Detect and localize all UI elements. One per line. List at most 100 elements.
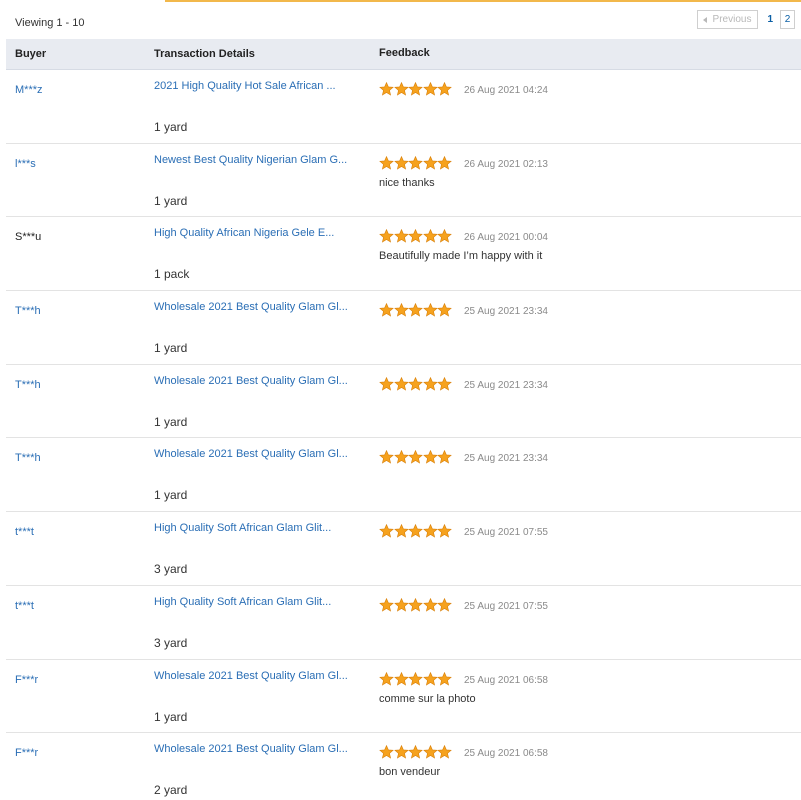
table-row: T***h Wholesale 2021 Best Quality Glam G… <box>6 291 801 365</box>
table-row: T***h Wholesale 2021 Best Quality Glam G… <box>6 365 801 439</box>
star-icon <box>393 376 409 391</box>
star-icon <box>437 671 452 686</box>
star-icon <box>379 671 394 686</box>
feedback-date: 25 Aug 2021 23:34 <box>464 379 548 391</box>
star-icon <box>437 597 452 612</box>
feedback-comment: comme sur la photo <box>379 692 476 705</box>
quantity: 3 yard <box>154 635 188 650</box>
star-icon <box>393 82 409 96</box>
buyer-name[interactable]: F***r <box>15 747 38 759</box>
star-icon <box>408 745 423 759</box>
feedback-comment: bon vendeur <box>379 766 441 779</box>
star-icon <box>393 745 409 759</box>
product-link[interactable]: 2021 High Quality Hot Sale African ... <box>154 80 336 92</box>
star-icon <box>422 597 438 612</box>
buyer-name: S***u <box>15 231 42 244</box>
star-icon <box>393 155 409 170</box>
star-icon <box>422 450 438 465</box>
buyer-name[interactable]: t***t <box>15 526 34 538</box>
buyer-name[interactable]: M***z <box>15 84 43 96</box>
pagination: Previous 1 2 <box>696 10 795 29</box>
star-rating <box>379 82 452 96</box>
star-icon <box>379 376 394 391</box>
current-page: 1 <box>767 14 773 25</box>
feedback-date: 25 Aug 2021 06:58 <box>464 748 548 760</box>
star-icon <box>408 303 423 317</box>
product-link[interactable]: Wholesale 2021 Best Quality Glam Gl... <box>154 448 348 460</box>
star-icon <box>393 671 409 686</box>
star-icon <box>393 450 409 465</box>
product-link[interactable]: Wholesale 2021 Best Quality Glam Gl... <box>154 743 348 755</box>
star-icon <box>422 303 438 317</box>
buyer-name[interactable]: F***r <box>15 674 38 686</box>
product-link[interactable]: High Quality Soft African Glam Glit... <box>154 596 331 608</box>
table-row: S***u High Quality African Nigeria Gele … <box>6 217 801 292</box>
viewing-count: Viewing 1 - 10 <box>15 17 85 29</box>
buyer-name[interactable]: t***t <box>15 600 34 612</box>
buyer-name[interactable]: T***h <box>15 305 41 317</box>
feedback-table: M***z 2021 High Quality Hot Sale African… <box>6 70 801 800</box>
buyer-name[interactable]: l***s <box>15 158 36 170</box>
feedback-date: 26 Aug 2021 00:04 <box>464 232 548 244</box>
feedback-date: 26 Aug 2021 04:24 <box>464 85 548 96</box>
product-link[interactable]: Wholesale 2021 Best Quality Glam Gl... <box>154 670 348 682</box>
product-link[interactable]: Wholesale 2021 Best Quality Glam Gl... <box>154 375 348 387</box>
star-icon <box>393 524 409 538</box>
star-icon <box>437 745 452 759</box>
column-header-feedback: Feedback <box>379 47 430 59</box>
previous-page-button[interactable]: Previous <box>696 10 759 29</box>
buyer-name[interactable]: T***h <box>15 379 41 391</box>
feedback-comment: nice thanks <box>379 176 435 189</box>
star-icon <box>379 745 394 759</box>
star-icon <box>408 155 423 170</box>
chevron-left-icon <box>702 16 707 23</box>
table-row: F***r Wholesale 2021 Best Quality Glam G… <box>6 733 801 800</box>
star-icon <box>408 450 423 465</box>
table-row: t***t High Quality Soft African Glam Gli… <box>6 586 801 660</box>
quantity: 1 pack <box>154 267 190 282</box>
star-icon <box>437 155 452 170</box>
star-icon <box>379 597 394 612</box>
quantity: 1 yard <box>154 120 188 134</box>
column-header-buyer: Buyer <box>15 48 47 60</box>
feedback-date: 25 Aug 2021 06:58 <box>464 674 548 686</box>
product-link[interactable]: Wholesale 2021 Best Quality Glam Gl... <box>154 301 348 313</box>
star-icon <box>437 524 452 538</box>
star-icon <box>422 671 438 686</box>
star-rating <box>379 155 452 170</box>
quantity: 1 yard <box>154 193 188 208</box>
star-icon <box>408 229 423 243</box>
star-icon <box>408 597 423 612</box>
star-icon <box>379 450 394 465</box>
star-rating <box>379 303 452 317</box>
feedback-date: 26 Aug 2021 02:13 <box>464 158 548 170</box>
feedback-date: 25 Aug 2021 23:34 <box>464 453 548 465</box>
star-rating <box>379 745 452 759</box>
product-link[interactable]: Newest Best Quality Nigerian Glam G... <box>154 154 347 166</box>
page-2-button[interactable]: 2 <box>780 10 795 29</box>
star-icon <box>437 82 452 96</box>
product-link[interactable]: High Quality African Nigeria Gele E... <box>154 227 334 239</box>
star-icon <box>437 303 452 317</box>
star-icon <box>422 155 438 170</box>
star-icon <box>437 229 452 243</box>
star-rating <box>379 524 452 538</box>
feedback-date: 25 Aug 2021 07:55 <box>464 600 548 612</box>
star-icon <box>437 376 452 391</box>
star-rating <box>379 376 452 391</box>
table-row: l***s Newest Best Quality Nigerian Glam … <box>6 144 801 218</box>
buyer-name[interactable]: T***h <box>15 452 41 464</box>
star-icon <box>408 82 423 96</box>
star-icon <box>408 376 423 391</box>
table-row: M***z 2021 High Quality Hot Sale African… <box>6 70 801 144</box>
star-icon <box>422 82 438 96</box>
table-header: Buyer Transaction Details Feedback <box>6 39 801 70</box>
star-icon <box>422 229 438 243</box>
star-icon <box>422 524 438 538</box>
star-icon <box>437 450 452 465</box>
quantity: 1 yard <box>154 414 188 429</box>
previous-label: Previous <box>712 14 752 25</box>
column-header-transaction: Transaction Details <box>154 48 255 60</box>
quantity: 2 yard <box>154 783 188 798</box>
product-link[interactable]: High Quality Soft African Glam Glit... <box>154 522 331 534</box>
